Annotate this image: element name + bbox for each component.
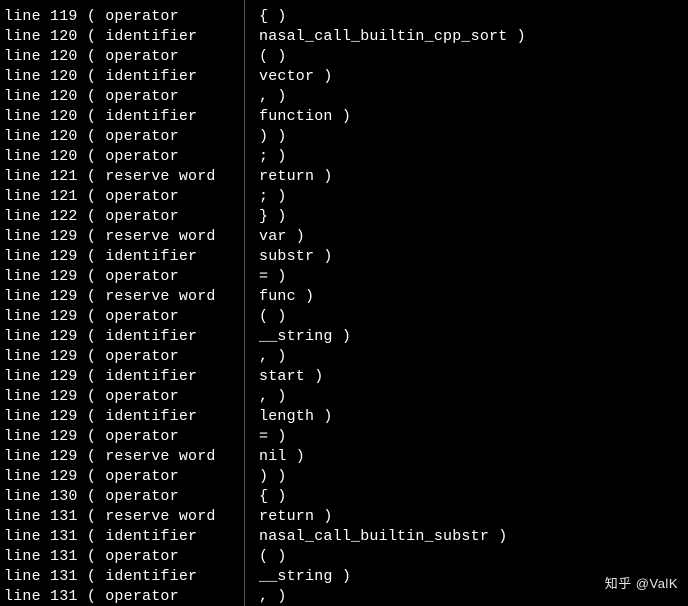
token-value: = ) [259,427,688,447]
watermark: 知乎 @ValK [605,574,678,594]
token-info: line 129 ( identifier [4,247,244,267]
token-info: line 129 ( operator [4,427,244,447]
token-info: line 129 ( identifier [4,327,244,347]
token-value: __string ) [259,327,688,347]
token-info: line 131 ( operator [4,587,244,606]
token-value: , ) [259,347,688,367]
token-info: line 129 ( reserve word [4,227,244,247]
token-info: line 129 ( operator [4,387,244,407]
lexer-output: line 119 ( operator line 120 ( identifie… [0,0,688,606]
token-info: line 131 ( reserve word [4,507,244,527]
token-value: vector ) [259,67,688,87]
token-value: { ) [259,7,688,27]
token-info: line 129 ( identifier [4,407,244,427]
token-info: line 120 ( operator [4,47,244,67]
token-info: line 129 ( identifier [4,367,244,387]
token-value: } ) [259,207,688,227]
token-info: line 120 ( operator [4,127,244,147]
token-info: line 129 ( operator [4,267,244,287]
token-value: ; ) [259,147,688,167]
token-value: func ) [259,287,688,307]
token-info: line 131 ( operator [4,547,244,567]
token-value: ) ) [259,467,688,487]
token-value: ; ) [259,187,688,207]
token-left-column: line 119 ( operator line 120 ( identifie… [0,0,245,606]
token-value: function ) [259,107,688,127]
token-value: return ) [259,167,688,187]
token-value: length ) [259,407,688,427]
token-value: nasal_call_builtin_cpp_sort ) [259,27,688,47]
token-info: line 122 ( operator [4,207,244,227]
token-info: line 131 ( identifier [4,527,244,547]
token-value: ( ) [259,307,688,327]
token-info: line 129 ( operator [4,307,244,327]
token-info: line 121 ( operator [4,187,244,207]
token-value: nasal_call_builtin_substr ) [259,527,688,547]
token-info: line 120 ( identifier [4,107,244,127]
token-info: line 131 ( identifier [4,567,244,587]
token-value: , ) [259,87,688,107]
token-info: line 129 ( reserve word [4,287,244,307]
token-value: = ) [259,267,688,287]
token-info: line 130 ( operator [4,487,244,507]
token-value: nil ) [259,447,688,467]
token-value: var ) [259,227,688,247]
token-value: return ) [259,507,688,527]
token-info: line 120 ( operator [4,147,244,167]
token-info: line 129 ( reserve word [4,447,244,467]
token-value: , ) [259,387,688,407]
token-info: line 120 ( identifier [4,27,244,47]
token-info: line 120 ( operator [4,87,244,107]
token-right-column: { )nasal_call_builtin_cpp_sort )( )vecto… [245,0,688,606]
token-info: line 119 ( operator [4,7,244,27]
token-value: ( ) [259,547,688,567]
token-value: ) ) [259,127,688,147]
token-value: { ) [259,487,688,507]
token-info: line 121 ( reserve word [4,167,244,187]
token-info: line 129 ( operator [4,347,244,367]
token-info: line 129 ( operator [4,467,244,487]
token-value: ( ) [259,47,688,67]
token-value: substr ) [259,247,688,267]
token-value: start ) [259,367,688,387]
token-info: line 120 ( identifier [4,67,244,87]
